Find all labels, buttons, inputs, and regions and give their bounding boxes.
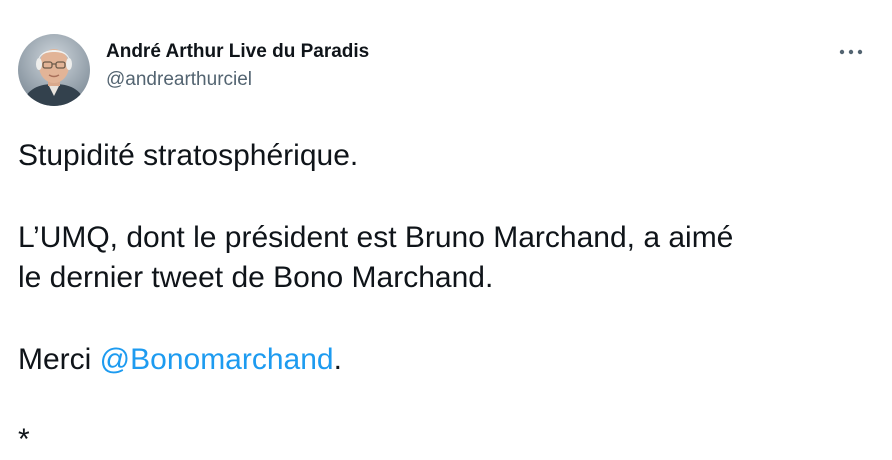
tweet-line: Stupidité stratosphérique. [18, 139, 359, 172]
tweet-line: L’UMQ, dont le président est Bruno March… [18, 221, 734, 254]
author-display-name[interactable]: André Arthur Live du Paradis [106, 40, 369, 64]
tweet-line: le dernier tweet de Bono Marchand. [18, 261, 494, 294]
cut-off-text: * [18, 423, 30, 456]
tweet-text-segment: Merci [18, 343, 100, 376]
tweet-text: Stupidité stratosphérique. L’UMQ, dont l… [18, 136, 878, 380]
author-handle[interactable]: @andrearthurciel [106, 68, 369, 92]
mention-link[interactable]: @Bonomarchand [100, 343, 334, 376]
more-options-button[interactable] [832, 40, 870, 64]
tweet-card: André Arthur Live du Paradis @andrearthu… [0, 0, 892, 456]
more-horizontal-icon [839, 49, 863, 55]
avatar[interactable] [18, 34, 90, 106]
profile-photo-icon [18, 34, 90, 106]
tweet-text-segment: . [333, 343, 342, 376]
tweet-author: André Arthur Live du Paradis @andrearthu… [106, 40, 369, 92]
tweet-line: Merci @Bonomarchand. [18, 340, 878, 380]
